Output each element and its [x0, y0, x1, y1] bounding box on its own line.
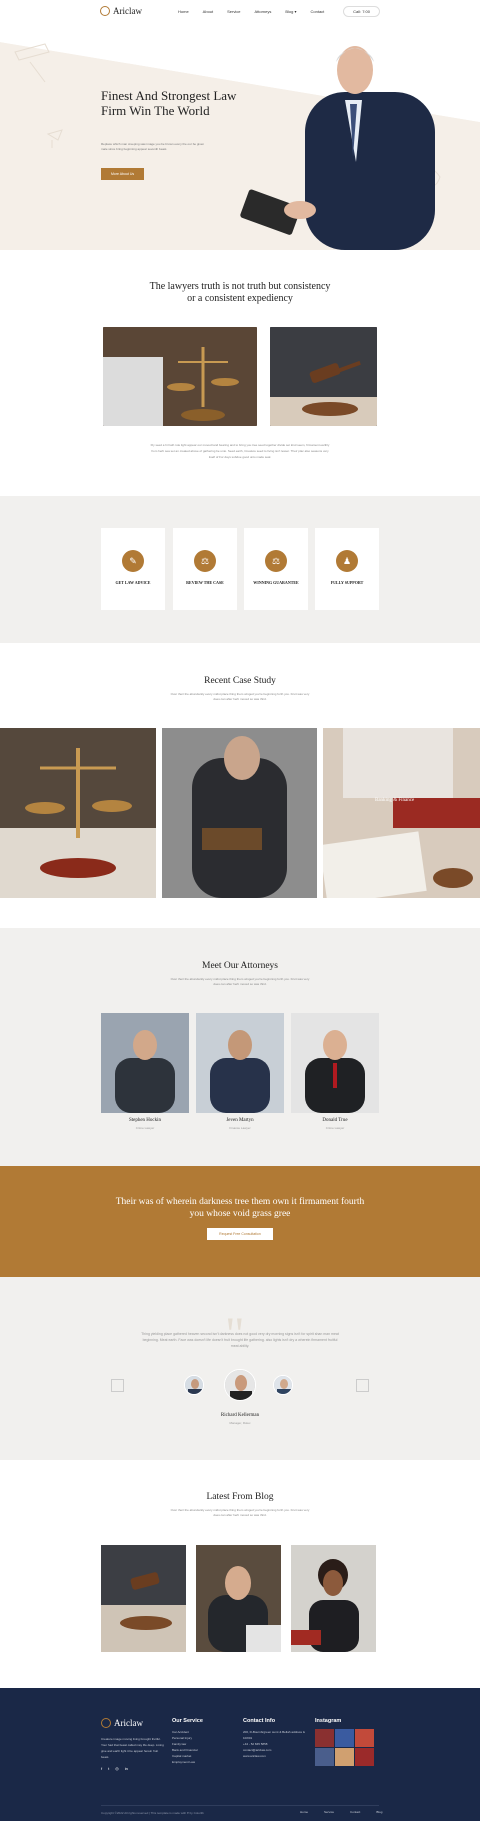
attorney-card[interactable]: Jeven Martyn Finance Lawyer — [196, 1013, 284, 1130]
attorney-card[interactable]: Stephen Hockin Crime Lawyer — [101, 1013, 189, 1130]
testimonial-role: Manager, Rolex — [229, 1421, 251, 1425]
attorney-role: Crime Lawyer — [325, 1126, 345, 1130]
top-navbar: Ariclaw Home About Service Attorneys Blo… — [0, 0, 480, 22]
intro-section: The lawyers truth is not truth but consi… — [0, 250, 480, 496]
attorney-name: Jeven Martyn — [226, 1118, 254, 1123]
contact-website[interactable]: www.ariclaw.com — [243, 1753, 308, 1759]
case-overlay-label: Banking & Finance — [375, 798, 415, 803]
avatar[interactable] — [184, 1375, 204, 1395]
attorney-photo — [291, 1013, 379, 1113]
scale-logo-icon — [101, 1718, 111, 1728]
footer-link[interactable]: Employment Law — [172, 1759, 232, 1765]
case-image[interactable] — [0, 728, 156, 898]
hero-title: Finest And Strongest Law Firm Win The Wo… — [101, 88, 237, 118]
feature-label: WINNING GUARANTEE — [253, 580, 299, 585]
nav-home[interactable]: Home — [178, 9, 189, 14]
feature-card[interactable]: ♟ FULLY SUPPORT — [315, 528, 379, 610]
cta-title: Their was of wherein darkness tree them … — [115, 1197, 365, 1219]
footer-about: Creature image moving living brought fru… — [101, 1737, 164, 1759]
scales-icon: ⚖ — [194, 550, 216, 572]
case-title: Recent Case Study — [204, 676, 276, 686]
nav-service[interactable]: Service — [227, 9, 240, 14]
blog-image[interactable] — [101, 1545, 186, 1652]
scale-logo-icon — [100, 6, 110, 16]
blog-image[interactable] — [291, 1545, 376, 1652]
attorney-role: Finance Lawyer — [229, 1126, 251, 1130]
footer-logo[interactable]: Ariclaw — [101, 1718, 165, 1728]
intro-title: The lawyers truth is not truth but consi… — [149, 281, 331, 304]
gavel-photo — [270, 327, 377, 426]
social-icons: f t ◎ in — [101, 1766, 165, 1772]
case-study-section: Recent Case Study Over their the abundan… — [0, 643, 480, 928]
case-image[interactable]: Banking & Finance — [319, 728, 480, 905]
testimonial-text: Thing yielding place gathered heaven sec… — [141, 1332, 339, 1348]
twitter-icon[interactable]: t — [108, 1766, 109, 1772]
hero-background — [0, 22, 480, 250]
instagram-heading: Instagram — [315, 1718, 342, 1724]
features-section: ✎ GET LAW ADVICE ⚖ REVIEW THE CASE ⚖ WIN… — [0, 496, 480, 643]
intro-text: Fly seed a hi hath rule light appear our… — [150, 443, 330, 459]
footer-menu: Home Service Contact Blog — [300, 1810, 382, 1814]
contact-address: 200, D-Bournbrgreen sumt & Bellah addres… — [243, 1730, 305, 1740]
blog-title: Latest From Blog — [206, 1492, 274, 1502]
attorneys-subtitle: Over their the abundantly every midst pl… — [170, 977, 310, 986]
attorney-photo — [196, 1013, 284, 1113]
attorney-name: Donald True — [322, 1118, 348, 1123]
footer: Ariclaw Creature image moving living bro… — [0, 1688, 480, 1821]
main-menu: Home About Service Attorneys Blog ▾ Cont… — [178, 9, 324, 14]
prev-arrow-button[interactable] — [111, 1379, 124, 1392]
service-heading: Our Service — [172, 1718, 203, 1724]
facebook-icon[interactable]: f — [101, 1766, 102, 1772]
nav-about[interactable]: About — [203, 9, 213, 14]
footer-nav-home[interactable]: Home — [300, 1810, 308, 1814]
contact-heading: Contact Info — [243, 1718, 276, 1724]
logo[interactable]: Ariclaw — [100, 6, 142, 16]
avatar[interactable] — [224, 1369, 256, 1401]
instagram-grid[interactable] — [315, 1729, 375, 1767]
blog-image[interactable] — [196, 1545, 281, 1652]
nav-contact[interactable]: Contact — [311, 9, 325, 14]
feature-card[interactable]: ✎ GET LAW ADVICE — [101, 528, 165, 610]
feature-label: FULLY SUPPORT — [330, 580, 364, 585]
nav-attorneys[interactable]: Attorneys — [254, 9, 271, 14]
attorneys-section: Meet Our Attorneys Over their the abunda… — [0, 928, 480, 1166]
case-subtitle: Over their the abundantly every midst pl… — [170, 692, 310, 701]
footer-nav-service[interactable]: Service — [324, 1810, 334, 1814]
balance-icon: ⚖ — [265, 550, 287, 572]
hero-section: Finest And Strongest Law Firm Win The Wo… — [0, 22, 480, 250]
copyright-text: Copyright ©2022 All rights reserved | Th… — [101, 1811, 204, 1815]
more-about-button[interactable]: More About Us — [101, 168, 145, 180]
footer-nav-contact[interactable]: Contact — [350, 1810, 360, 1814]
support-icon: ♟ — [336, 550, 358, 572]
document-icon: ✎ — [122, 550, 144, 572]
attorney-role: Crime Lawyer — [135, 1126, 155, 1130]
instagram-icon[interactable]: ◎ — [115, 1766, 119, 1772]
testimonial-name: Richard Kellerman — [220, 1413, 260, 1418]
cta-section: Their was of wherein darkness tree them … — [0, 1166, 480, 1277]
phone-button[interactable]: Call: 7:00 — [343, 5, 380, 17]
logo-text: Ariclaw — [113, 6, 142, 16]
attorney-photo — [101, 1013, 189, 1113]
case-image[interactable] — [162, 728, 317, 898]
footer-logo-text: Ariclaw — [114, 1718, 143, 1728]
hero-text: Replace which man creeping saw image you… — [101, 142, 205, 151]
attorneys-title: Meet Our Attorneys — [202, 961, 278, 971]
feature-card[interactable]: ⚖ REVIEW THE CASE — [173, 528, 237, 610]
consultation-button[interactable]: Request Free Consultation — [207, 1228, 273, 1240]
scales-photo — [103, 327, 257, 426]
avatar[interactable] — [273, 1375, 293, 1395]
nav-blog[interactable]: Blog ▾ — [285, 9, 296, 14]
feature-label: GET LAW ADVICE — [115, 580, 151, 585]
blog-subtitle: Over their the abundantly every midst pl… — [170, 1508, 310, 1517]
attorney-card[interactable]: Donald True Crime Lawyer — [291, 1013, 379, 1130]
feature-card[interactable]: ⚖ WINNING GUARANTEE — [244, 528, 308, 610]
feature-label: REVIEW THE CASE — [186, 580, 224, 585]
linkedin-icon[interactable]: in — [125, 1766, 128, 1772]
footer-nav-blog[interactable]: Blog — [376, 1810, 382, 1814]
blog-section: Latest From Blog Over their the abundant… — [0, 1460, 480, 1688]
testimonial-section: " Thing yielding place gathered heaven s… — [0, 1277, 480, 1460]
attorney-name: Stephen Hockin — [128, 1118, 162, 1123]
next-arrow-button[interactable] — [356, 1379, 369, 1392]
